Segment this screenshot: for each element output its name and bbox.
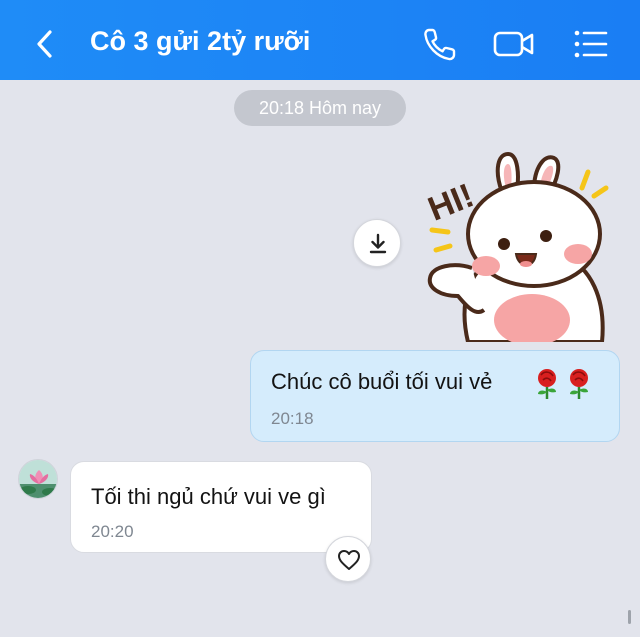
- chat-header: Cô 3 gửi 2tỷ rưỡi: [0, 0, 640, 80]
- rose-emoji-icon: [534, 367, 596, 406]
- react-heart-button[interactable]: [325, 536, 371, 582]
- bunny-waving-sticker[interactable]: HI!: [410, 150, 626, 346]
- call-button[interactable]: [420, 24, 460, 64]
- video-camera-icon: [493, 31, 534, 57]
- scrollbar[interactable]: [628, 610, 631, 624]
- outgoing-message-bubble[interactable]: Chúc cô buổi tối vui vẻ 20:18: [250, 350, 620, 442]
- download-button[interactable]: [353, 219, 401, 267]
- back-button[interactable]: [30, 26, 60, 62]
- message-time: 20:20: [91, 522, 134, 541]
- chat-title[interactable]: Cô 3 gửi 2tỷ rưỡi: [90, 26, 310, 57]
- chevron-left-icon: [37, 30, 52, 58]
- menu-list-icon: [574, 30, 608, 58]
- date-divider: 20:18 Hôm nay: [234, 90, 406, 126]
- video-call-button[interactable]: [492, 24, 534, 64]
- heart-outline-icon: [338, 550, 360, 570]
- menu-button[interactable]: [571, 24, 611, 64]
- lotus-avatar: [19, 460, 57, 498]
- message-time: 20:18: [271, 409, 314, 428]
- contact-avatar[interactable]: [18, 459, 58, 499]
- message-text: Chúc cô buổi tối vui vẻ: [271, 369, 493, 394]
- incoming-message-bubble[interactable]: Tối thi ngủ chứ vui ve gì 20:20: [70, 461, 372, 553]
- message-text: Tối thi ngủ chứ vui ve gì: [91, 484, 326, 509]
- download-icon: [369, 233, 387, 254]
- phone-icon: [424, 28, 456, 61]
